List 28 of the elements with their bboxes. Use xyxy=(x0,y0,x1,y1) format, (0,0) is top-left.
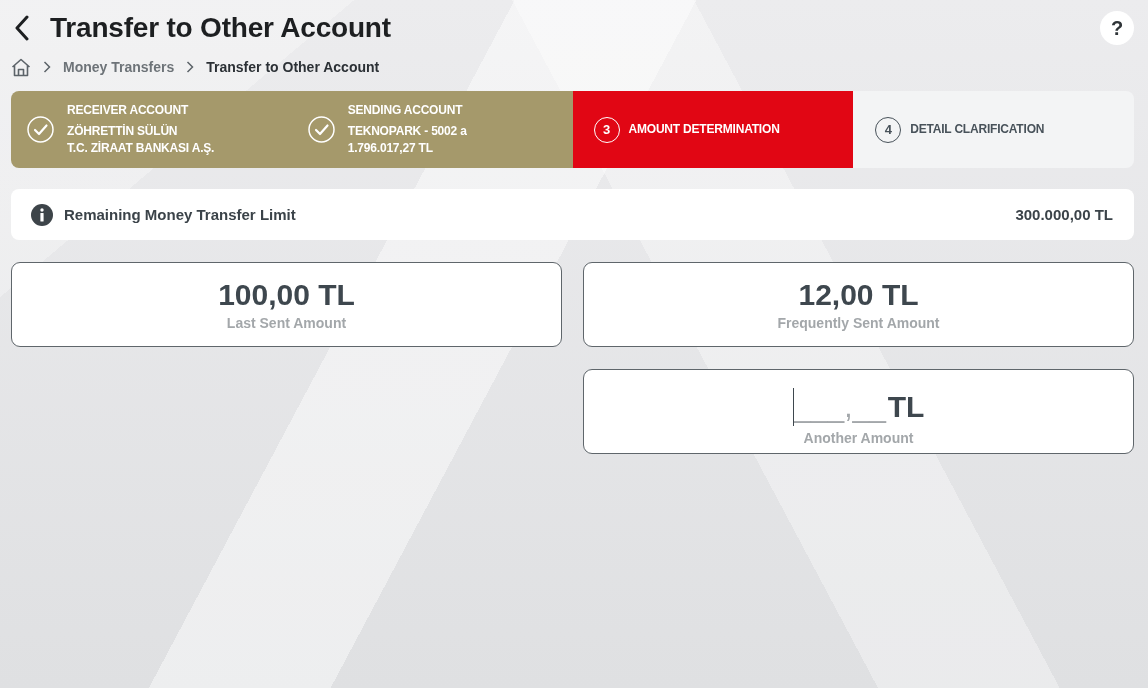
check-circle-icon xyxy=(307,116,335,143)
chevron-right-icon xyxy=(43,61,51,73)
chevron-left-icon xyxy=(14,15,30,41)
limit-label: Remaining Money Transfer Limit xyxy=(64,206,296,223)
amount-option-button[interactable]: 100,00 TL Last Sent Amount xyxy=(11,262,562,347)
page-title: Transfer to Other Account xyxy=(50,12,391,44)
another-amount-label: Another Amount xyxy=(803,429,914,447)
text-cursor-icon xyxy=(792,388,795,426)
step-title: AMOUNT DETERMINATION xyxy=(628,121,780,138)
step-title: SENDING ACCOUNT xyxy=(347,102,464,119)
info-icon xyxy=(31,203,53,226)
help-button[interactable]: ? xyxy=(1100,11,1134,45)
currency-label: TL xyxy=(887,389,925,425)
breadcrumb-link[interactable]: Money Transfers xyxy=(63,59,175,75)
home-icon[interactable] xyxy=(11,57,31,77)
current-page-crumb: Transfer to Other Account xyxy=(206,59,380,75)
amount-option-button[interactable]: 12,00 TL Frequently Sent Amount xyxy=(583,262,1134,347)
amount-input-field[interactable]: ___,__ xyxy=(794,388,888,426)
step-detail: T.C. ZİRAAT BANKASI A.Ş. xyxy=(67,140,215,157)
step-detail: 1.796.017,27 TL xyxy=(347,140,434,157)
back-button[interactable] xyxy=(14,15,30,41)
chevron-right-icon xyxy=(186,61,195,73)
step-title: RECEIVER ACCOUNT xyxy=(67,102,190,119)
limit-amount: 300.000,00 TL xyxy=(1015,206,1113,223)
step-detail: TEKNOPARK - 5002 a xyxy=(347,123,467,140)
step-detail: ZÖHRETTİN SÜLÜN xyxy=(67,123,179,140)
step-title: DETAIL CLARIFICATION xyxy=(910,121,1045,138)
check-circle-icon xyxy=(27,116,54,143)
